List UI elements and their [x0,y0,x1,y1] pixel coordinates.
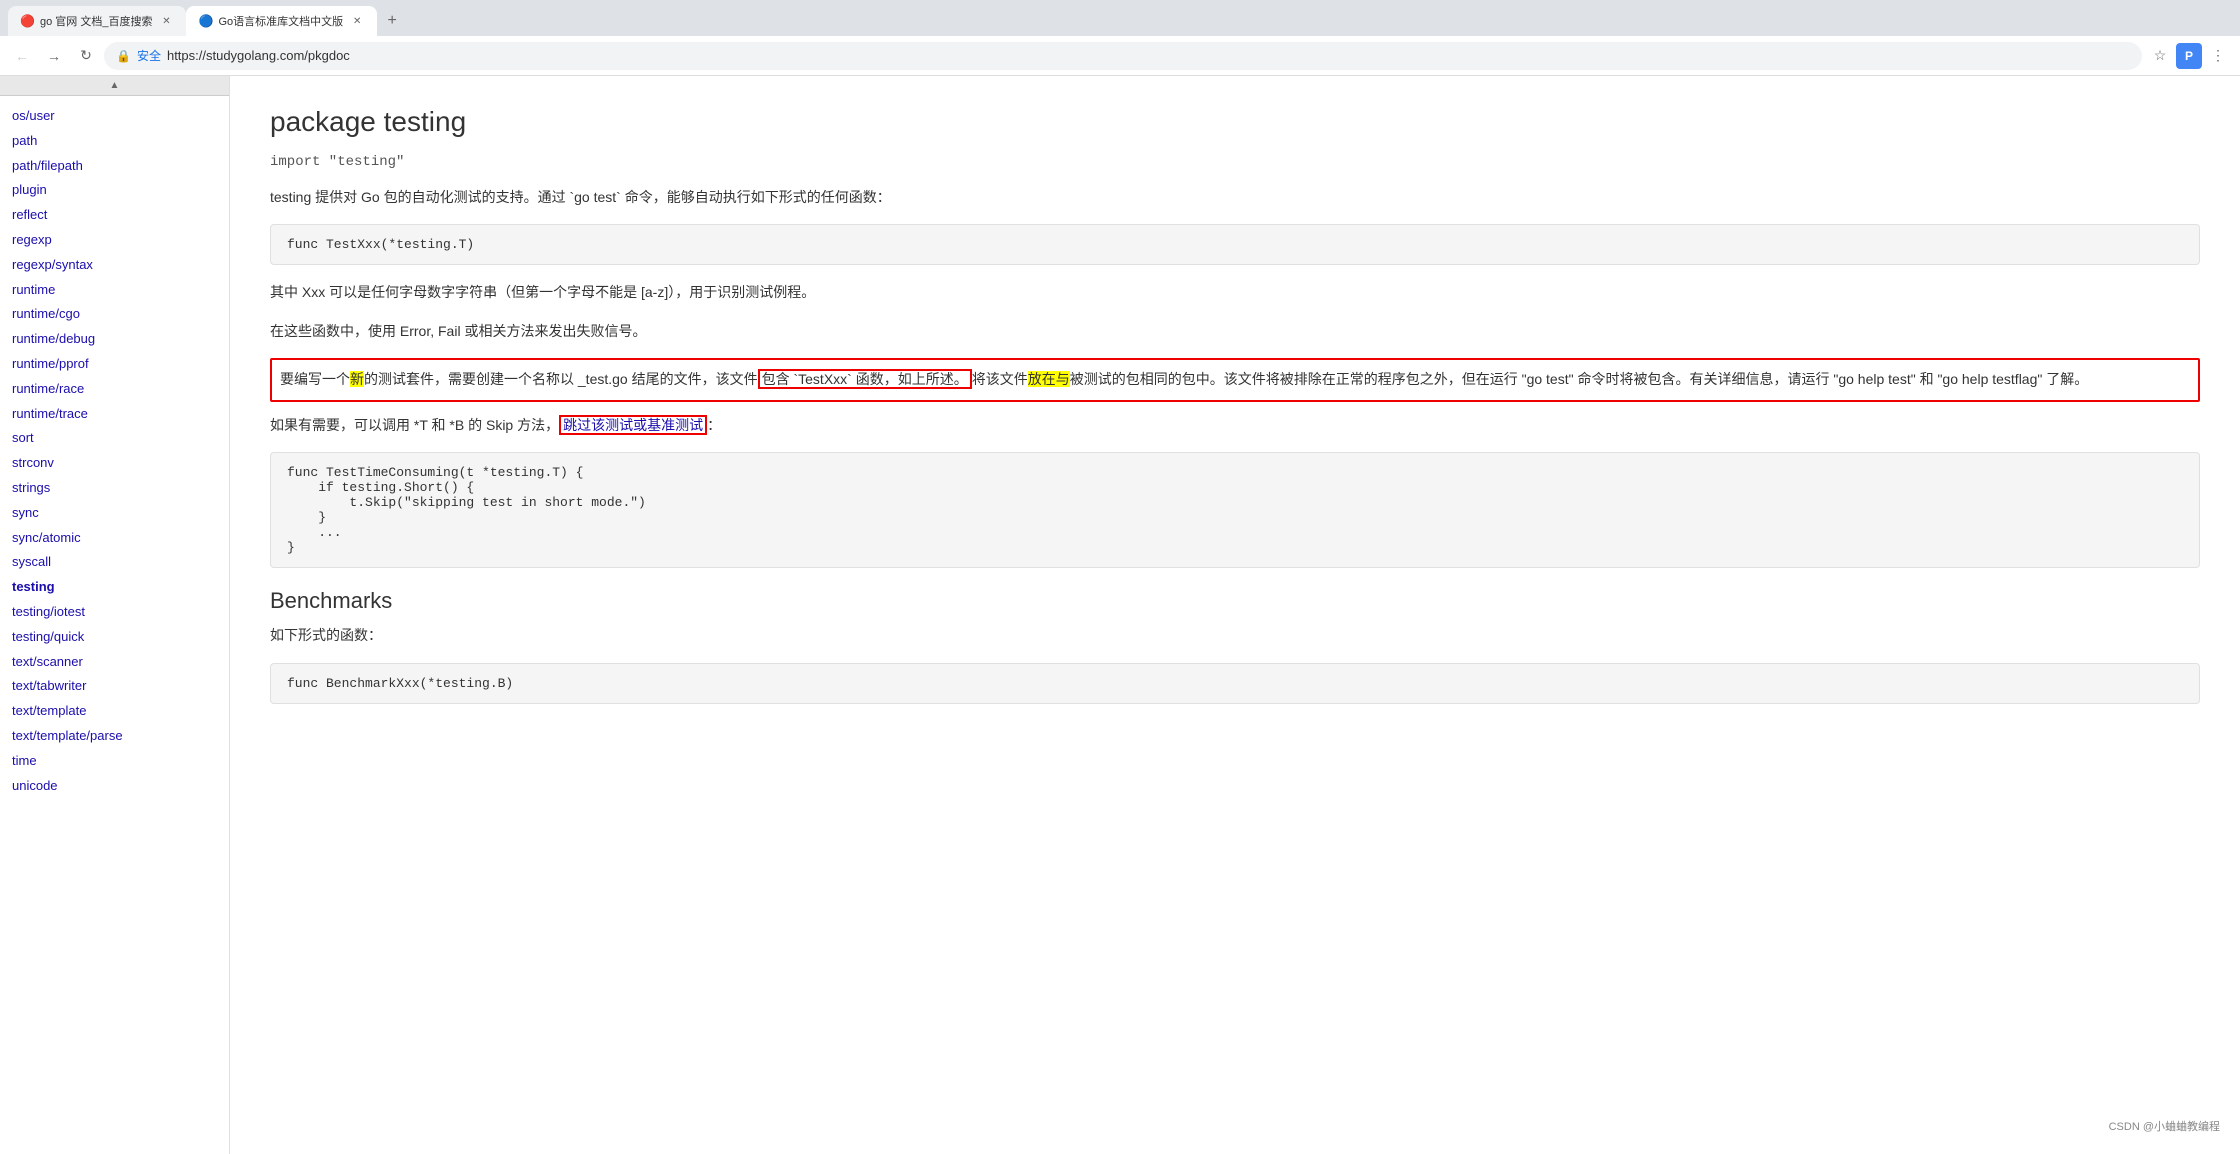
benchmarks-desc: 如下形式的函数： [270,624,2200,646]
bookmark-button[interactable]: ☆ [2146,42,2174,70]
sidebar-item-path-filepath[interactable]: path/filepath [0,154,229,179]
sidebar-item-text-template-parse[interactable]: text/template/parse [0,724,229,749]
watermark: CSDN @小蛐蛐教编程 [2109,1118,2220,1134]
main-area: ▲ os/user path path/filepath plugin refl… [0,76,2240,1154]
code-2-line-4: } [287,510,2183,525]
page-title: package testing [270,106,2200,138]
code-block-1: func TestXxx(*testing.T) [270,224,2200,265]
tab-2-title: Go语言标准库文档中文版 [218,13,343,29]
highlighted-description-box: 要编写一个新的测试套件，需要创建一个名称以 _test.go 结尾的文件，该文件… [270,358,2200,402]
sidebar-item-sync-atomic[interactable]: sync/atomic [0,526,229,551]
back-button[interactable]: ← [8,42,36,70]
toolbar-right: ☆ P ⋮ [2146,42,2232,70]
tab-bar: 🔴 go 官网 文档_百度搜索 ✕ 🔵 Go语言标准库文档中文版 ✕ + [0,0,2240,36]
lock-icon: 🔒 [116,49,131,63]
code-3-text: func BenchmarkXxx(*testing.B) [287,676,513,691]
tab-1-title: go 官网 文档_百度搜索 [40,13,152,29]
forward-button[interactable]: → [40,42,68,70]
address-text: https://studygolang.com/pkgdoc [167,48,2130,63]
package-prefix: package [270,106,384,137]
sidebar-item-testing-quick[interactable]: testing/quick [0,625,229,650]
sidebar-item-runtime-trace[interactable]: runtime/trace [0,402,229,427]
sidebar-item-sync[interactable]: sync [0,501,229,526]
browser-chrome: 🔴 go 官网 文档_百度搜索 ✕ 🔵 Go语言标准库文档中文版 ✕ + ← →… [0,0,2240,76]
sidebar-item-time[interactable]: time [0,749,229,774]
sidebar-item-runtime-race[interactable]: runtime/race [0,377,229,402]
tab-2-close[interactable]: ✕ [349,13,365,29]
sidebar-item-testing[interactable]: testing [0,575,229,600]
code-2-line-2: if testing.Short() { [287,480,2183,495]
code-2-line-6: } [287,540,2183,555]
tab-2-favicon: 🔵 [198,14,212,28]
package-name: testing [384,106,467,137]
sidebar-item-syscall[interactable]: syscall [0,550,229,575]
sidebar-item-runtime-pprof[interactable]: runtime/pprof [0,352,229,377]
code-block-2: func TestTimeConsuming(t *testing.T) { i… [270,452,2200,568]
sidebar-item-unicode[interactable]: unicode [0,774,229,799]
sidebar-scroll-up[interactable]: ▲ [0,76,229,96]
address-bar: ← → ↻ 🔒 安全 https://studygolang.com/pkgdo… [0,36,2240,76]
tab-1-close[interactable]: ✕ [158,13,174,29]
description-4-pre: 如果有需要，可以调用 *T 和 *B 的 Skip 方法， [270,417,559,433]
security-label: 安全 [137,47,161,64]
sidebar-item-text-template[interactable]: text/template [0,699,229,724]
sidebar-item-plugin[interactable]: plugin [0,178,229,203]
code-2-line-1: func TestTimeConsuming(t *testing.T) { [287,465,2183,480]
sidebar-item-strconv[interactable]: strconv [0,451,229,476]
highlight-place: 放在与 [1028,371,1070,387]
code-2-line-3: t.Skip("skipping test in short mode.") [287,495,2183,510]
description-4-link[interactable]: 跳过该测试或基准测试 [559,415,707,435]
tab-1-favicon: 🔴 [20,14,34,28]
sidebar-item-text-tabwriter[interactable]: text/tabwriter [0,674,229,699]
tab-1[interactable]: 🔴 go 官网 文档_百度搜索 ✕ [8,6,186,36]
description-4-post: ： [707,417,721,433]
sidebar-item-regexp-syntax[interactable]: regexp/syntax [0,253,229,278]
sidebar-item-sort[interactable]: sort [0,426,229,451]
highlight-new: 新 [350,371,364,387]
sidebar-item-text-scanner[interactable]: text/scanner [0,650,229,675]
sidebar-item-runtime-debug[interactable]: runtime/debug [0,327,229,352]
code-block-3: func BenchmarkXxx(*testing.B) [270,663,2200,704]
description-3: 在这些函数中，使用 Error, Fail 或相关方法来发出失败信号。 [270,320,2200,342]
new-tab-button[interactable]: + [377,6,407,36]
profile-button[interactable]: P [2176,43,2202,69]
sidebar-item-strings[interactable]: strings [0,476,229,501]
sidebar-item-testing-iotest[interactable]: testing/iotest [0,600,229,625]
description-4: 如果有需要，可以调用 *T 和 *B 的 Skip 方法，跳过该测试或基准测试： [270,414,2200,436]
sidebar-item-os-user[interactable]: os/user [0,104,229,129]
content-area: package testing import "testing" testing… [230,76,2240,1154]
code-2-line-5: ... [287,525,2183,540]
sidebar-item-path[interactable]: path [0,129,229,154]
description-2: 其中 Xxx 可以是任何字母数字字符串（但第一个字母不能是 [a-z]），用于识… [270,281,2200,303]
highlight-contains: 包含 `TestXxx` 函数，如上所述。 [758,369,972,389]
sidebar-item-runtime[interactable]: runtime [0,278,229,303]
description-1: testing 提供对 Go 包的自动化测试的支持。通过 `go test` 命… [270,186,2200,208]
sidebar-item-regexp[interactable]: regexp [0,228,229,253]
sidebar: os/user path path/filepath plugin reflec… [0,96,230,806]
tab-2[interactable]: 🔵 Go语言标准库文档中文版 ✕ [186,6,377,36]
sidebar-item-runtime-cgo[interactable]: runtime/cgo [0,302,229,327]
code-1-text: func TestXxx(*testing.T) [287,237,474,252]
highlighted-text: 要编写一个新的测试套件，需要创建一个名称以 _test.go 结尾的文件，该文件… [280,369,2088,389]
refresh-button[interactable]: ↻ [72,42,100,70]
import-statement: import "testing" [270,154,2200,170]
address-input-wrap[interactable]: 🔒 安全 https://studygolang.com/pkgdoc [104,42,2142,70]
benchmarks-title: Benchmarks [270,588,2200,614]
sidebar-item-reflect[interactable]: reflect [0,203,229,228]
menu-button[interactable]: ⋮ [2204,42,2232,70]
